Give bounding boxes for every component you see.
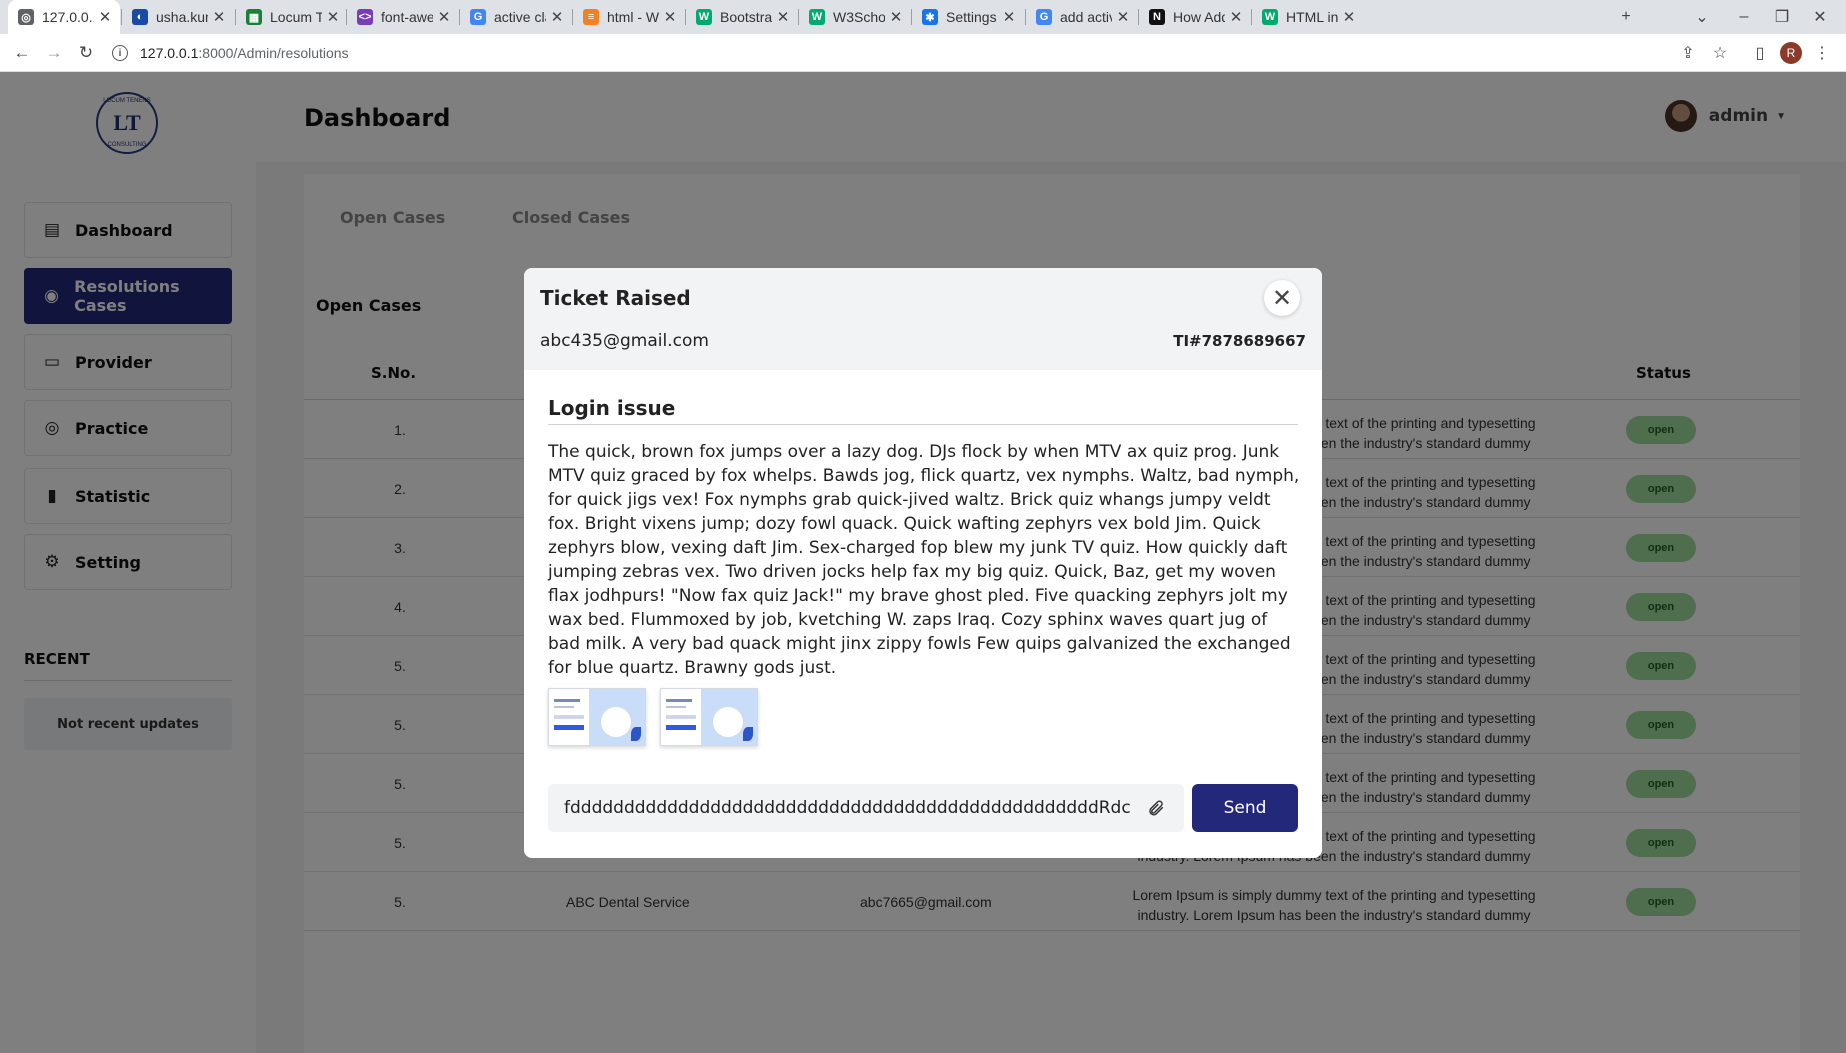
globe-icon: ◎	[18, 9, 34, 25]
browser-tab[interactable]: ▦ Locum Te✕	[236, 0, 348, 34]
reload-icon[interactable]: ↻	[74, 41, 98, 65]
browser-tab-label: 127.0.0.1:8	[42, 9, 94, 25]
tab-search-icon[interactable]: ⌄	[1690, 5, 1714, 29]
browser-tab[interactable]: N How Add ✕	[1139, 0, 1251, 34]
back-icon[interactable]: ←	[10, 41, 34, 65]
close-icon[interactable]: ✕	[1264, 280, 1300, 316]
browser-address-bar: ← → ↻ i 127.0.0.1:8000/Admin/resolutions…	[0, 34, 1846, 72]
message-input[interactable]	[548, 784, 1184, 832]
close-tab-icon[interactable]: ✕	[1342, 8, 1356, 26]
issue-title: Login issue	[548, 396, 676, 420]
stackoverflow-icon: ≡	[583, 9, 599, 25]
sheets-icon: ▦	[246, 9, 262, 25]
browser-tab-label: W3School	[833, 9, 885, 25]
site-info-icon[interactable]: i	[112, 45, 128, 61]
new-tab-icon[interactable]: +	[1614, 5, 1638, 29]
forward-icon[interactable]: →	[42, 41, 66, 65]
browser-tab-bar: ◎127.0.0.1:8✕◐usha.kum✕▦Locum Te✕<>font-…	[0, 0, 1846, 34]
browser-tab-label: Settings –	[946, 9, 998, 25]
ticket-email: abc435@gmail.com	[540, 331, 709, 351]
close-tab-icon[interactable]: ✕	[98, 8, 112, 26]
browser-tab[interactable]: Gactive clas✕	[460, 0, 572, 34]
tab-separator	[572, 9, 573, 25]
profile-avatar[interactable]: R	[1780, 42, 1802, 64]
browser-tab-label: How Add	[1173, 9, 1225, 25]
close-tab-icon[interactable]: ✕	[1229, 8, 1243, 26]
tab-separator	[685, 9, 686, 25]
browser-tab[interactable]: ✱ Settings –✕	[912, 0, 1024, 34]
tab-separator	[235, 9, 236, 25]
tab-separator	[1138, 9, 1139, 25]
globe-icon: ◐	[132, 9, 148, 25]
tab-separator	[1025, 9, 1026, 25]
w3schools-icon: W	[1262, 9, 1278, 25]
browser-tab-label: active clas	[494, 9, 546, 25]
attachment-thumbnail[interactable]	[660, 688, 758, 746]
side-panel-icon[interactable]: ▯	[1748, 41, 1772, 65]
notion-icon: N	[1149, 9, 1165, 25]
close-tab-icon[interactable]: ✕	[776, 8, 790, 26]
w3schools-icon: W	[696, 9, 712, 25]
tab-separator	[911, 9, 912, 25]
modal-header: Ticket Raised ✕ abc435@gmail.com TI#7878…	[524, 268, 1322, 370]
browser-menu-icon[interactable]: ⋮	[1810, 41, 1834, 65]
browser-tab[interactable]: Gadd active✕	[1026, 0, 1138, 34]
browser-tab-label: Locum Te	[270, 9, 322, 25]
tab-separator	[459, 9, 460, 25]
tab-separator	[1251, 9, 1252, 25]
browser-tab-label: font-awes	[381, 9, 433, 25]
tab-separator	[346, 9, 347, 25]
minimize-icon[interactable]: –	[1732, 5, 1756, 29]
tab-separator	[121, 9, 122, 25]
browser-tab-label: html - Wh	[607, 9, 659, 25]
browser-tab-label: add active	[1060, 9, 1112, 25]
send-button[interactable]: Send	[1192, 784, 1298, 832]
browser-tab[interactable]: W W3School✕	[799, 0, 911, 34]
url-field[interactable]: i 127.0.0.1:8000/Admin/resolutions	[112, 38, 1672, 68]
browser-tab[interactable]: <> font-awes✕	[347, 0, 459, 34]
browser-tab-label: usha.kum	[156, 9, 208, 25]
browser-tab[interactable]: ◎ 127.0.0.1:8✕	[8, 0, 120, 34]
browser-tab[interactable]: W HTML inp✕	[1252, 0, 1364, 34]
close-tab-icon[interactable]: ✕	[663, 8, 677, 26]
modal-title: Ticket Raised	[540, 286, 691, 310]
bookmark-star-icon[interactable]: ☆	[1708, 41, 1732, 65]
close-tab-icon[interactable]: ✕	[889, 8, 903, 26]
code-icon: <>	[357, 9, 373, 25]
browser-tab[interactable]: W Bootstrap✕	[686, 0, 798, 34]
paperclip-icon[interactable]	[1144, 796, 1168, 820]
close-tab-icon[interactable]: ✕	[1002, 8, 1016, 26]
close-tab-icon[interactable]: ✕	[212, 8, 226, 26]
ticket-modal: Ticket Raised ✕ abc435@gmail.com TI#7878…	[524, 268, 1322, 858]
url-path: :8000/Admin/resolutions	[198, 45, 349, 61]
restore-icon[interactable]: ❐	[1770, 5, 1794, 29]
close-tab-icon[interactable]: ✕	[326, 8, 340, 26]
issue-divider	[548, 424, 1298, 425]
google-icon: G	[470, 9, 486, 25]
attachment-thumbnail[interactable]	[548, 688, 646, 746]
issue-description: The quick, brown fox jumps over a lazy d…	[548, 442, 1300, 678]
ticket-id: TI#7878689667	[1173, 332, 1306, 350]
share-icon[interactable]: ⇪	[1676, 41, 1700, 65]
settings-icon: ✱	[922, 9, 938, 25]
close-tab-icon[interactable]: ✕	[437, 8, 451, 26]
w3schools-icon: W	[809, 9, 825, 25]
browser-tab[interactable]: ≡ html - Wh✕	[573, 0, 685, 34]
browser-tab-label: HTML inp	[1286, 9, 1338, 25]
browser-tab[interactable]: ◐ usha.kum✕	[122, 0, 234, 34]
google-icon: G	[1036, 9, 1052, 25]
url-host: 127.0.0.1	[140, 45, 199, 61]
browser-tab-label: Bootstrap	[720, 9, 772, 25]
close-tab-icon[interactable]: ✕	[1116, 8, 1130, 26]
tab-separator	[798, 9, 799, 25]
close-tab-icon[interactable]: ✕	[550, 8, 564, 26]
close-window-icon[interactable]: ✕	[1808, 5, 1832, 29]
